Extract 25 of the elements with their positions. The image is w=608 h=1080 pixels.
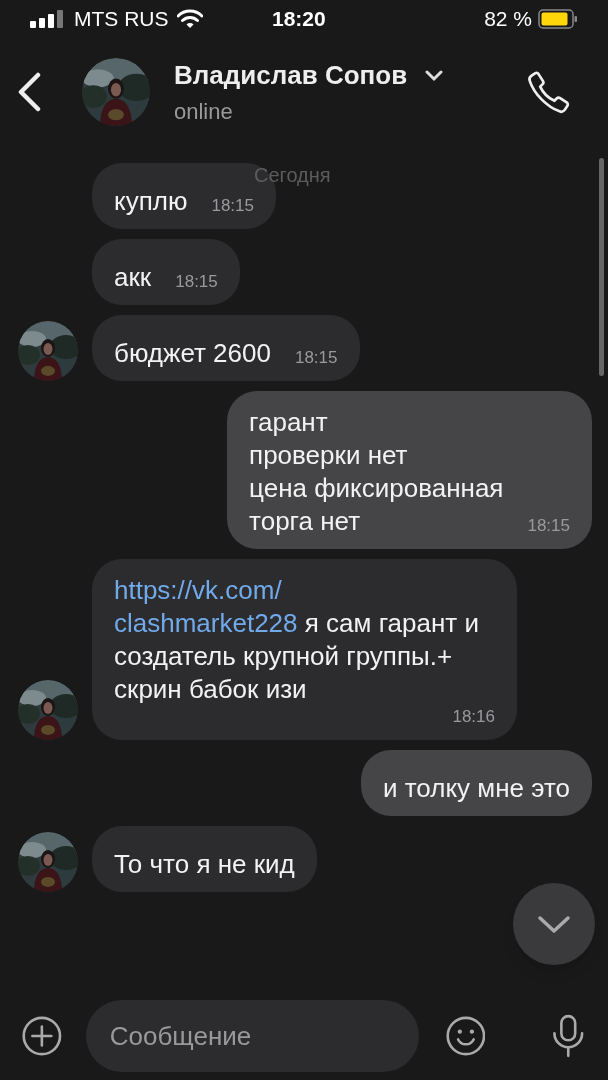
date-label: Сегодня <box>254 163 331 188</box>
message-time: 18:15 <box>211 195 254 217</box>
message-text: куплю <box>114 185 188 218</box>
contact-name[interactable]: Владислав Сопов <box>174 56 408 95</box>
message-time: 18:16 <box>452 706 495 728</box>
chevron-down-icon[interactable] <box>537 914 571 934</box>
message-time: 18:15 <box>527 515 570 537</box>
call-button[interactable] <box>526 69 572 115</box>
message-link[interactable]: https://vk.com/clashmarket228 <box>114 574 298 640</box>
message-text: https://vk.com/clashmarket228 я сам гарант и создатель крупной группы.+ скрин бабок изи <box>114 574 480 706</box>
message-input[interactable]: Сообщение <box>85 1000 419 1072</box>
message-text: гарант проверки нет цена фиксированная торга нет <box>249 406 504 538</box>
contact-status: online <box>174 98 234 126</box>
battery-percent: 82 % <box>484 6 532 33</box>
battery-icon <box>538 9 578 29</box>
carrier-name: MTS RUS <box>74 6 169 33</box>
message-text: бюджет 2600 <box>114 337 271 370</box>
message-text: и толку мне это <box>383 772 570 805</box>
status-time: 18:20 <box>272 6 326 33</box>
message-text: акк <box>114 261 152 294</box>
wifi-icon <box>176 9 203 29</box>
message-time: 18:15 <box>175 271 218 293</box>
caret-icon[interactable] <box>425 69 444 82</box>
message-text: То что я не кид <box>114 848 295 881</box>
message-time: 18:15 <box>294 347 338 369</box>
